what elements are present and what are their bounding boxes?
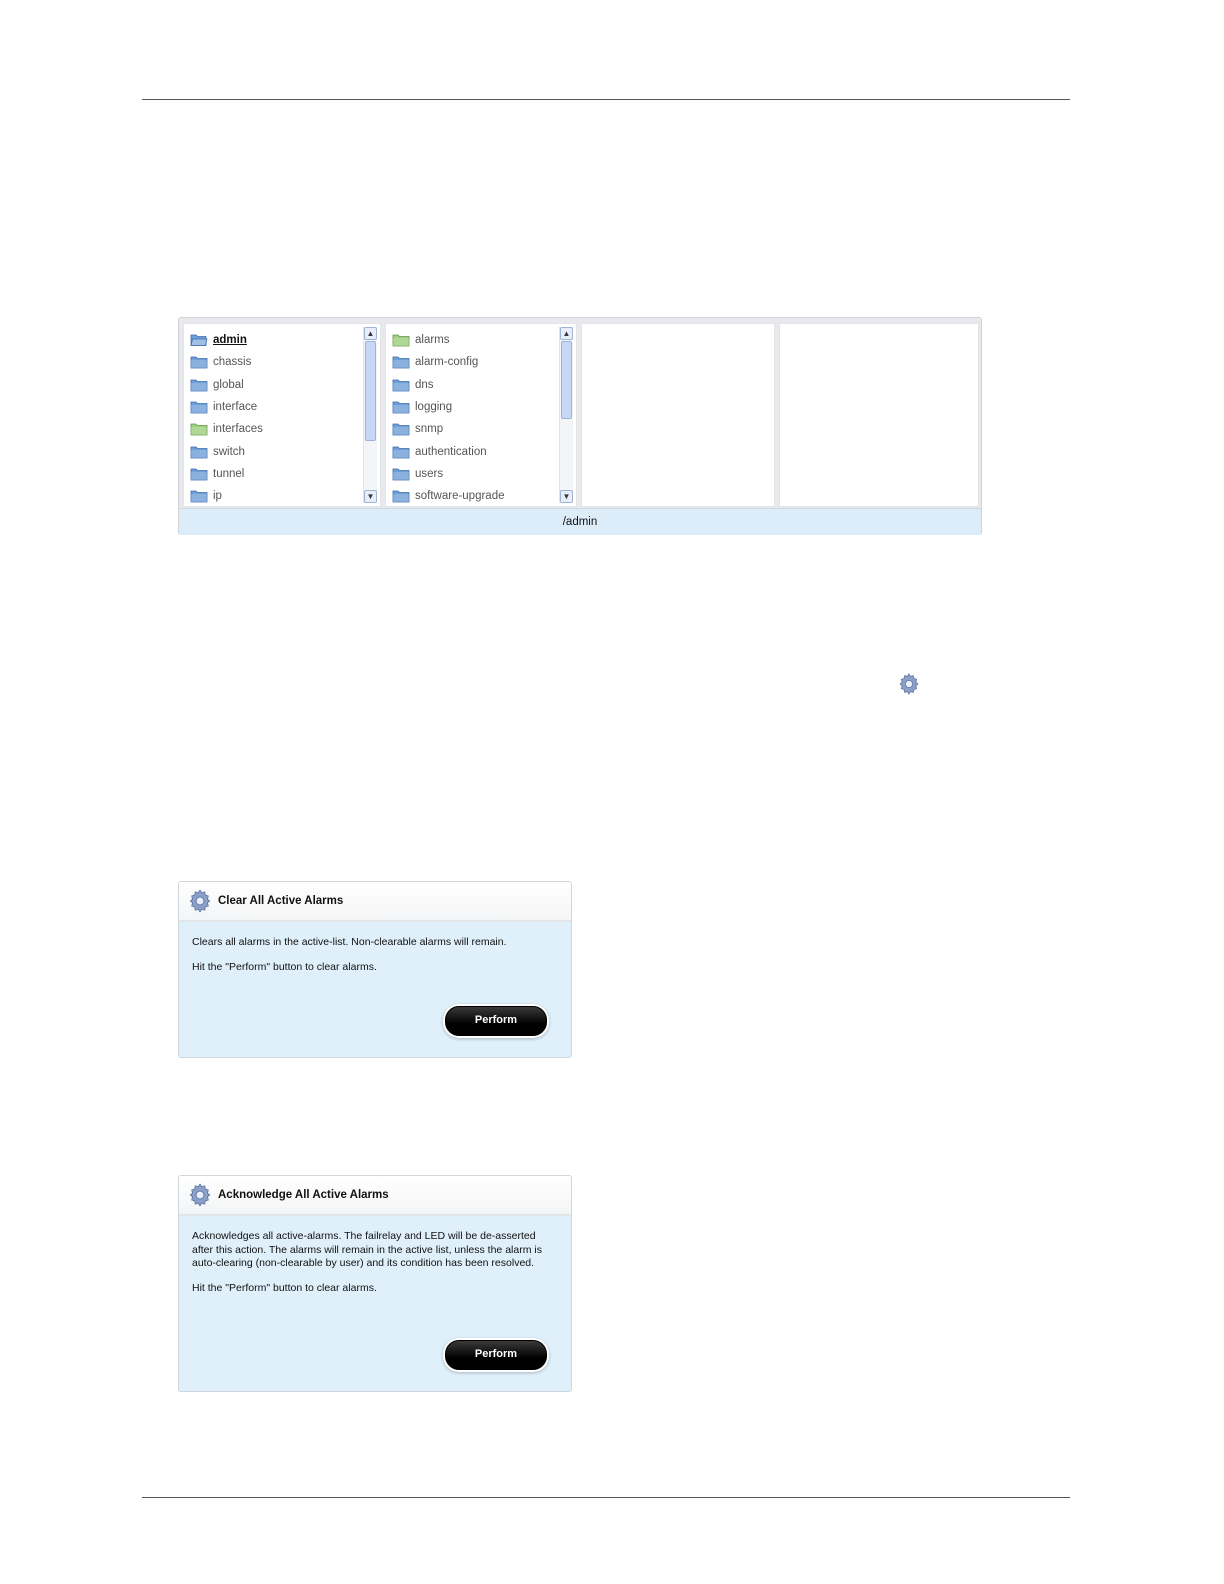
perform-button[interactable]: Perform <box>445 1006 547 1036</box>
footer-rule <box>142 1497 1070 1498</box>
folder-label: authentication <box>415 445 487 458</box>
browser-column-2: alarms alarm-config dns logging snmp authenti… <box>385 323 577 507</box>
browser-column-1: admin chassis global interface interfaces swi… <box>183 323 381 507</box>
scroll-thumb[interactable] <box>561 341 572 419</box>
panel-description: Clears all alarms in the active-list. No… <box>192 936 507 948</box>
scroll-thumb[interactable] <box>365 341 376 441</box>
folder-icon <box>190 445 208 459</box>
folder-icon <box>392 445 410 459</box>
folder-icon <box>392 333 410 347</box>
folder-item[interactable]: admin <box>190 329 247 351</box>
folder-label: global <box>213 378 244 391</box>
folder-label: alarm-config <box>415 356 479 369</box>
panel-title: Clear All Active Alarms <box>218 895 344 907</box>
folder-item[interactable]: ip <box>190 485 222 506</box>
browser-column-3 <box>581 323 775 507</box>
panel-description: Acknowledges all active-alarms. The fail… <box>192 1230 542 1269</box>
folder-item[interactable]: global <box>190 374 244 396</box>
panel-body: Acknowledges all active-alarms. The fail… <box>179 1216 571 1295</box>
folder-icon <box>392 355 410 369</box>
folder-label: users <box>415 467 444 480</box>
folder-item[interactable]: authentication <box>392 441 487 463</box>
folder-icon <box>392 467 410 481</box>
scroll-down-icon[interactable]: ▼ <box>364 490 377 503</box>
scroll-down-icon[interactable]: ▼ <box>560 490 573 503</box>
folder-icon <box>392 422 410 436</box>
scroll-up-icon[interactable]: ▲ <box>560 327 573 340</box>
folder-item[interactable]: snmp <box>392 418 443 440</box>
folder-icon <box>392 400 410 414</box>
folder-label: ip <box>213 490 222 503</box>
folder-item[interactable]: interface <box>190 396 257 418</box>
folder-label: snmp <box>415 423 444 436</box>
gear-icon <box>899 673 919 695</box>
folder-icon <box>190 422 208 436</box>
gear-icon <box>189 889 211 913</box>
folder-item[interactable]: logging <box>392 396 452 418</box>
folder-icon <box>190 355 208 369</box>
acknowledge-alarms-panel: Acknowledge All Active Alarms Acknowledg… <box>178 1175 572 1392</box>
column-browser: admin chassis global interface interfaces swi… <box>178 317 982 535</box>
path-bar: /admin <box>179 508 981 535</box>
panel-instruction: Hit the "Perform" button to clear alarms… <box>192 1281 377 1294</box>
folder-item[interactable]: dns <box>392 374 434 396</box>
folder-icon <box>392 378 410 392</box>
header-rule <box>142 99 1070 100</box>
panel-instruction: Hit the "Perform" button to clear alarms… <box>192 960 377 973</box>
folder-icon <box>190 333 208 347</box>
panel-title: Acknowledge All Active Alarms <box>218 1189 389 1201</box>
panel-header: Clear All Active Alarms <box>179 882 571 922</box>
folder-label: dns <box>415 378 434 391</box>
perform-button[interactable]: Perform <box>445 1340 547 1370</box>
folder-label: interface <box>213 400 258 413</box>
folder-label: alarms <box>415 334 450 346</box>
folder-icon <box>392 489 410 503</box>
folder-icon <box>190 378 208 392</box>
folder-item[interactable]: alarms <box>392 329 450 351</box>
column-2-scrollbar[interactable]: ▲ ▼ <box>559 327 573 503</box>
folder-item[interactable]: users <box>392 463 443 485</box>
gear-icon <box>189 1183 211 1207</box>
folder-icon <box>190 400 208 414</box>
clear-alarms-panel: Clear All Active Alarms Clears all alarm… <box>178 881 572 1058</box>
browser-column-4 <box>779 323 979 507</box>
folder-item[interactable]: alarm-config <box>392 351 478 373</box>
folder-label: tunnel <box>213 467 245 480</box>
folder-icon <box>190 467 208 481</box>
panel-header: Acknowledge All Active Alarms <box>179 1176 571 1216</box>
folder-label: software-upgrade <box>415 490 505 503</box>
panel-body: Clears all alarms in the active-list. No… <box>179 922 571 974</box>
folder-label: admin <box>213 334 247 346</box>
folder-label: interfaces <box>213 423 263 436</box>
folder-label: switch <box>213 445 245 458</box>
folder-label: chassis <box>213 356 252 369</box>
folder-item[interactable]: tunnel <box>190 463 244 485</box>
folder-item[interactable]: switch <box>190 441 245 463</box>
folder-item[interactable]: interfaces <box>190 418 263 440</box>
folder-item[interactable]: software-upgrade <box>392 485 505 506</box>
folder-item[interactable]: chassis <box>190 351 251 373</box>
folder-label: logging <box>415 400 453 413</box>
folder-icon <box>190 489 208 503</box>
scroll-up-icon[interactable]: ▲ <box>364 327 377 340</box>
column-1-scrollbar[interactable]: ▲ ▼ <box>363 327 377 503</box>
